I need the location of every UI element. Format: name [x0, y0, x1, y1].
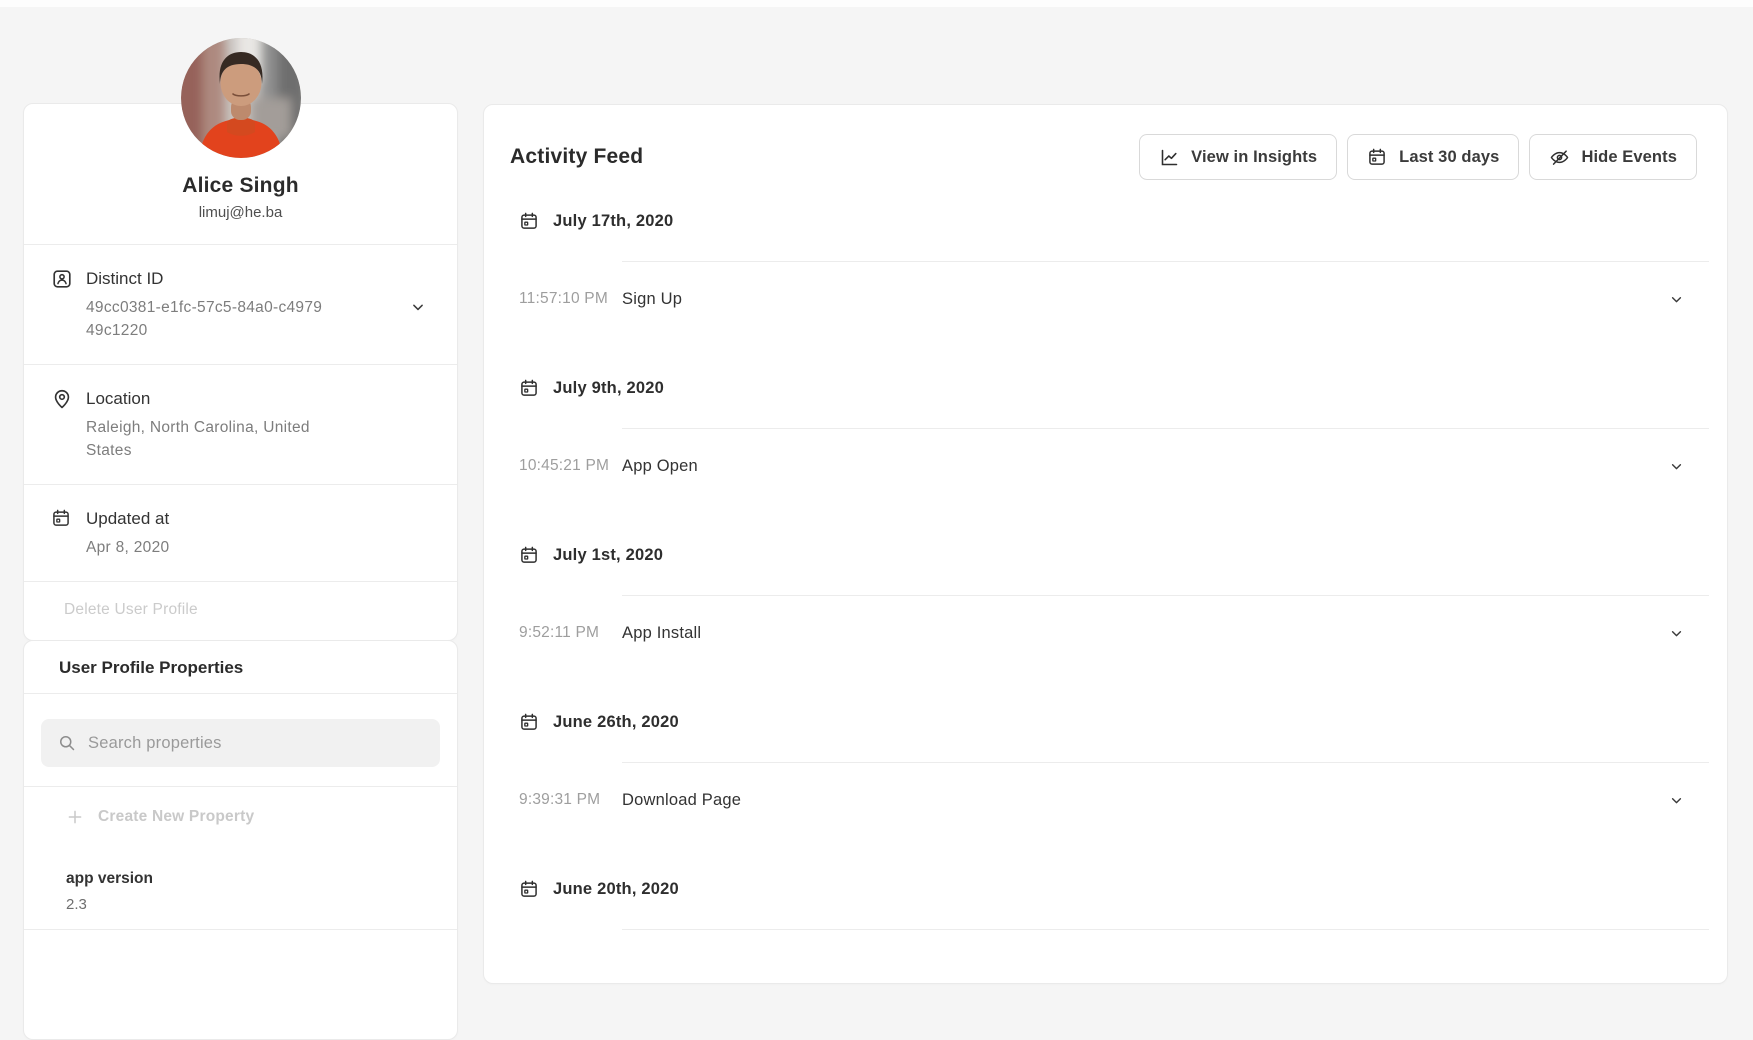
event-time: 9:39:31 PM [519, 791, 622, 809]
feed-button-label: View in Insights [1191, 148, 1317, 167]
chevron-down-icon[interactable] [1668, 291, 1685, 308]
event-name: App Open [622, 457, 1668, 476]
profile-field: Distinct ID 49cc0381-e1fc-57c5-84a0-c497… [24, 245, 457, 364]
feed-date-label: June 26th, 2020 [553, 713, 679, 732]
feed-header: Activity Feed View in Insights Last 30 d… [484, 105, 1727, 180]
feed-button-label: Hide Events [1581, 148, 1677, 167]
create-new-property-button[interactable]: Create New Property [24, 787, 457, 851]
field-label: Location [86, 387, 324, 411]
create-new-property-label: Create New Property [98, 805, 254, 829]
feed-date-row: June 20th, 2020 [519, 877, 1697, 901]
calendar-icon [519, 378, 539, 398]
calendar-icon [519, 545, 539, 565]
feed-date-row: June 26th, 2020 [519, 710, 1697, 734]
calendar-icon [519, 712, 539, 732]
feed-event-row[interactable]: 9:39:31 PM Download Page [519, 763, 1697, 837]
feed-date-label: July 17th, 2020 [553, 212, 673, 231]
feed-event-row[interactable]: 9:52:11 PM App Install [519, 596, 1697, 670]
last-30-days-button[interactable]: Last 30 days [1347, 134, 1519, 180]
feed-date-label: July 1st, 2020 [553, 546, 663, 565]
feed-event-row[interactable]: 10:45:21 PM App Open [519, 429, 1697, 503]
feed-date-row: July 9th, 2020 [519, 376, 1697, 400]
feed-event-row[interactable]: 11:57:10 PM Sign Up [519, 262, 1697, 336]
feed-body: July 17th, 2020 11:57:10 PM Sign Up July… [484, 180, 1727, 970]
feed-date-group: June 26th, 2020 9:39:31 PM Download Page [519, 710, 1697, 877]
search-icon [57, 733, 77, 753]
event-time: 9:52:11 PM [519, 624, 622, 642]
chevron-down-icon[interactable] [1668, 792, 1685, 809]
search-properties-input[interactable] [88, 734, 424, 753]
calendar-icon [519, 879, 539, 899]
chevron-down-icon[interactable] [1668, 625, 1685, 642]
user-profile-card: Alice Singh limuj@he.ba Distinct ID 49cc… [23, 103, 458, 641]
field-value: Apr 8, 2020 [86, 536, 169, 559]
field-value: 49cc0381-e1fc-57c5-84a0-c497949c1220 [86, 296, 324, 342]
property-item[interactable]: app version 2.3 [24, 851, 457, 929]
calendar-icon [51, 508, 73, 530]
feed-date-label: June 20th, 2020 [553, 880, 679, 899]
feed-date-label: July 9th, 2020 [553, 379, 664, 398]
avatar-image [181, 38, 301, 158]
id-card-icon [51, 268, 73, 290]
feed-date-group: July 17th, 2020 11:57:10 PM Sign Up [519, 209, 1697, 376]
line-chart-icon [1159, 147, 1180, 168]
delete-user-profile-button[interactable]: Delete User Profile [24, 582, 457, 640]
calendar-icon [519, 211, 539, 231]
plus-icon [66, 808, 84, 826]
feed-title: Activity Feed [510, 145, 643, 169]
chevron-down-icon[interactable] [1668, 458, 1685, 475]
event-name: App Install [622, 624, 1668, 643]
hide-events-button[interactable]: Hide Events [1529, 134, 1697, 180]
calendar-icon [1367, 147, 1388, 168]
event-name: Sign Up [622, 290, 1668, 309]
feed-button-label: Last 30 days [1399, 148, 1499, 167]
feed-date-group: July 9th, 2020 10:45:21 PM App Open [519, 376, 1697, 543]
event-time: 10:45:21 PM [519, 457, 622, 475]
eye-off-icon [1549, 147, 1570, 168]
avatar [181, 38, 301, 158]
profile-name: Alice Singh [44, 172, 437, 200]
profile-email: limuj@he.ba [44, 200, 437, 226]
feed-date-group: July 1st, 2020 9:52:11 PM App Install [519, 543, 1697, 710]
field-label: Distinct ID [86, 267, 324, 291]
feed-date-row: July 17th, 2020 [519, 209, 1697, 233]
feed-date-group: June 20th, 2020 [519, 877, 1697, 970]
field-label: Updated at [86, 507, 169, 531]
field-value: Raleigh, North Carolina, United States [86, 416, 324, 462]
profile-field: Updated at Apr 8, 2020 [24, 485, 457, 581]
feed-buttons: View in Insights Last 30 days Hide Event… [1139, 134, 1697, 180]
properties-title: User Profile Properties [24, 641, 457, 693]
feed-date-row: July 1st, 2020 [519, 543, 1697, 567]
property-value: 2.3 [66, 893, 429, 916]
search-properties-box[interactable] [41, 719, 440, 767]
chevron-down-icon[interactable] [409, 298, 427, 316]
event-time: 11:57:10 PM [519, 290, 622, 308]
activity-feed-card: Activity Feed View in Insights Last 30 d… [483, 104, 1728, 984]
property-name: app version [66, 867, 429, 891]
view-in-insights-button[interactable]: View in Insights [1139, 134, 1337, 180]
user-profile-properties-card: User Profile Properties Create New Prope… [23, 640, 458, 1040]
search-wrap [24, 694, 457, 786]
event-name: Download Page [622, 791, 1668, 810]
top-strip [0, 0, 1753, 7]
map-pin-icon [51, 388, 73, 410]
profile-field: Location Raleigh, North Carolina, United… [24, 365, 457, 484]
